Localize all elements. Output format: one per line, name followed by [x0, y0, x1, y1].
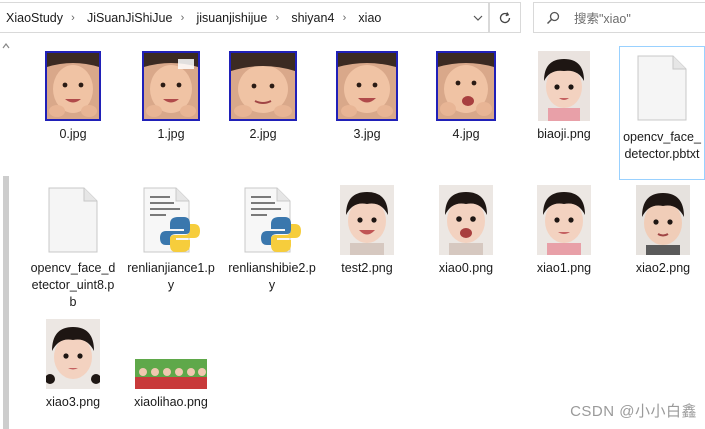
file-name: opencv_face_detector_uint8.pb — [30, 261, 116, 309]
photo-thumbnail-icon — [636, 185, 690, 255]
file-item[interactable]: xiao3.png — [27, 318, 119, 411]
file-name: opencv_face_detector.pbtxt — [623, 130, 701, 161]
chevron-right-icon[interactable]: › — [65, 12, 81, 24]
refresh-button[interactable] — [489, 2, 521, 33]
photo-thumbnail-icon — [46, 319, 100, 389]
file-name: 0.jpg — [59, 127, 87, 141]
breadcrumb-jisuanjishijue-sub[interactable]: jisuanjishijue — [190, 11, 269, 25]
chevron-right-icon[interactable]: › — [336, 12, 352, 24]
file-item[interactable]: biaoji.png — [518, 50, 610, 143]
csdn-watermark: CSDN @小小白鑫 — [570, 403, 697, 420]
file-name: biaoji.png — [537, 127, 591, 141]
file-item[interactable]: renlianjiance1.py — [125, 184, 217, 294]
photo-thumbnail-icon — [538, 51, 590, 121]
blank-file-icon — [637, 55, 687, 120]
photo-thumbnail-icon — [439, 185, 493, 255]
address-bar[interactable]: XiaoStudy › JiSuanJiShiJue › jisuanjishi… — [0, 2, 489, 33]
file-name: xiao1.png — [536, 261, 592, 275]
file-name: xiao3.png — [45, 395, 101, 409]
file-name: xiao2.png — [635, 261, 691, 275]
address-toolbar: XiaoStudy › JiSuanJiShiJue › jisuanjishi… — [0, 0, 705, 36]
search-box[interactable]: 搜索"xiao" — [533, 2, 705, 33]
file-item[interactable]: test2.png — [321, 184, 413, 277]
photo-thumbnail-icon — [436, 51, 496, 121]
refresh-icon — [499, 11, 511, 23]
photo-thumbnail-icon — [336, 51, 398, 121]
file-name: 1.jpg — [157, 127, 185, 141]
file-item[interactable]: 4.jpg — [420, 50, 512, 143]
photo-thumbnail-icon — [45, 51, 101, 121]
file-item-selected[interactable]: opencv_face_detector.pbtxt — [619, 46, 705, 180]
photo-thumbnail-icon — [229, 51, 297, 121]
chevron-right-icon[interactable]: › — [269, 12, 285, 24]
file-item[interactable]: renlianshibie2.py — [226, 184, 318, 294]
file-item[interactable]: xiaolihao.png — [125, 318, 217, 411]
breadcrumb-shiyan4[interactable]: shiyan4 — [285, 11, 336, 25]
python-file-icon — [143, 187, 200, 253]
file-item[interactable]: xiao0.png — [420, 184, 512, 277]
file-name: 2.jpg — [249, 127, 277, 141]
search-placeholder: 搜索"xiao" — [574, 12, 631, 26]
address-history-dropdown[interactable] — [466, 2, 489, 33]
photo-thumbnail-icon — [340, 185, 394, 255]
file-name: test2.png — [341, 261, 393, 275]
file-item[interactable]: 3.jpg — [321, 50, 413, 143]
blank-file-icon — [48, 187, 98, 253]
file-item[interactable]: xiao2.png — [617, 184, 705, 277]
file-name: renlianshibie2.py — [228, 261, 316, 292]
file-item[interactable]: 2.jpg — [217, 50, 309, 143]
breadcrumb-jisuanjishijue[interactable]: JiSuanJiShiJue — [81, 11, 174, 25]
file-item[interactable]: 1.jpg — [125, 50, 217, 143]
file-name: xiaolihao.png — [134, 395, 208, 409]
file-item[interactable]: opencv_face_detector_uint8.pb — [27, 184, 119, 311]
file-name: 3.jpg — [353, 127, 381, 141]
photo-thumbnail-icon — [537, 185, 591, 255]
breadcrumb-xiao[interactable]: xiao — [352, 11, 383, 25]
search-icon — [546, 11, 560, 25]
file-name: 4.jpg — [452, 127, 480, 141]
chevron-right-icon[interactable]: › — [174, 12, 190, 24]
python-file-icon — [244, 187, 301, 253]
file-item[interactable]: 0.jpg — [27, 50, 119, 143]
photo-thumbnail-icon — [142, 51, 200, 121]
file-item[interactable]: xiao1.png — [518, 184, 610, 277]
breadcrumb-xiaostudy[interactable]: XiaoStudy — [0, 11, 65, 25]
file-list: 0.jpg 1.jpg 2.jpg 3.jpg 4.jpg biaoji.png… — [0, 36, 705, 429]
photo-thumbnail-icon — [135, 359, 207, 389]
file-name: renlianjiance1.py — [127, 261, 215, 292]
file-name: xiao0.png — [438, 261, 494, 275]
chevron-down-icon — [473, 15, 482, 21]
